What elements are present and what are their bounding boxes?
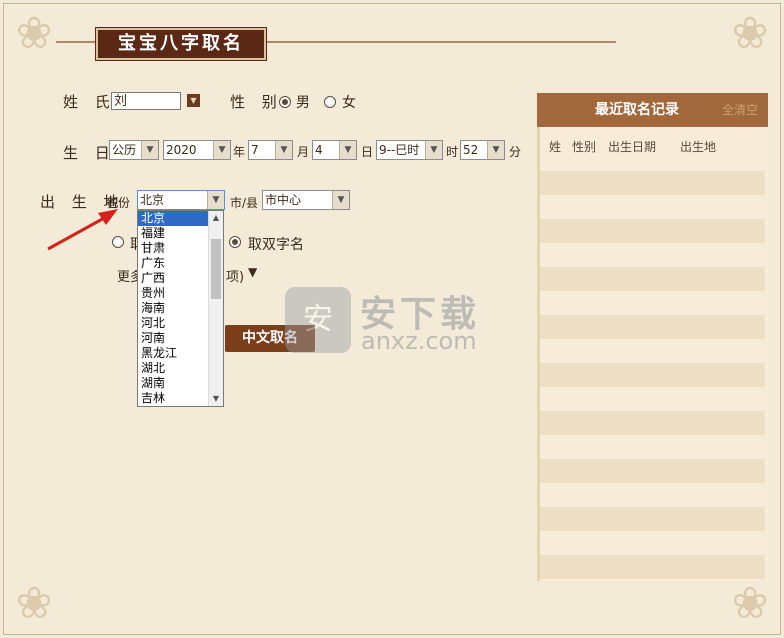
single-name-radio[interactable]: [112, 236, 124, 248]
record-row-stripe: [540, 411, 765, 435]
chevron-down-icon: ▼: [339, 141, 356, 159]
day-value: 4: [315, 143, 323, 157]
chevron-down-icon: ▼: [213, 141, 230, 159]
hour-value: 9--巳时: [379, 143, 420, 157]
month-select[interactable]: 7 ▼: [248, 140, 293, 160]
record-row-stripe: [540, 459, 765, 483]
scroll-up-icon[interactable]: ▲: [209, 211, 223, 225]
birthday-label: 生 日: [63, 144, 116, 162]
corner-ornament-icon: ❀: [15, 578, 53, 629]
minute-unit: 分: [509, 145, 522, 159]
surname-dropdown-button[interactable]: ▼: [187, 94, 200, 107]
province-dropdown-list[interactable]: 北京 福建 甘肃 广东 广西 贵州 海南 河北 河南 黑龙江 湖北 湖南 吉林 ▲ ▼: [137, 210, 224, 407]
chevron-down-icon: ▼: [425, 141, 442, 159]
year-select[interactable]: 2020 ▼: [163, 140, 231, 160]
watermark-en: anxz.com: [361, 327, 477, 355]
record-row-stripe: [540, 507, 765, 531]
minute-value: 52: [463, 143, 479, 157]
record-row-stripe: [540, 363, 765, 387]
chevron-down-icon: ▼: [487, 141, 504, 159]
app-title: 宝宝八字取名: [95, 27, 267, 61]
day-select[interactable]: 4 ▼: [312, 140, 357, 160]
chevron-down-icon: ▼: [275, 141, 292, 159]
day-unit: 日: [361, 145, 374, 159]
corner-ornament-icon: ❀: [731, 8, 769, 59]
double-name-radio[interactable]: [229, 236, 241, 248]
calendar-value: 公历: [112, 143, 137, 157]
record-row-stripe: [540, 267, 765, 291]
city-label: 市/县: [230, 196, 259, 210]
pointer-arrow-icon: [47, 209, 118, 251]
month-value: 7: [251, 143, 259, 157]
province-select[interactable]: 北京 ▼: [137, 190, 225, 210]
record-row-stripe: [540, 315, 765, 339]
chevron-down-icon: ▼: [141, 141, 158, 159]
month-unit: 月: [297, 145, 310, 159]
city-value: 市中心: [265, 193, 302, 207]
column-header-surname: 姓: [549, 140, 562, 154]
year-value: 2020: [166, 143, 197, 157]
panel-title: 最近取名记录: [595, 102, 679, 118]
gender-male-label: 男: [296, 95, 310, 111]
calendar-select[interactable]: 公历 ▼: [109, 140, 159, 160]
year-unit: 年: [233, 145, 246, 159]
app-window: ❀ ❀ ❀ ❀ 宝宝八字取名 姓 氏 刘 ▼ 性 别 男 女 生 日 公历 ▼ 2…: [0, 0, 784, 638]
double-name-label: 取双字名: [248, 237, 304, 253]
gender-label: 性 别: [230, 93, 283, 111]
record-row-stripe: [540, 555, 765, 579]
column-header-birthplace: 出生地: [680, 140, 717, 154]
gender-female-radio[interactable]: [324, 96, 336, 108]
city-select[interactable]: 市中心 ▼: [262, 190, 350, 210]
chevron-down-icon[interactable]: ▼: [248, 265, 257, 279]
column-header-birthdate: 出生日期: [608, 140, 657, 154]
hour-unit: 时: [446, 145, 459, 159]
more-options-tail[interactable]: 项): [226, 266, 244, 285]
list-scrollbar[interactable]: ▲ ▼: [208, 211, 223, 406]
shield-icon: 安: [285, 287, 351, 353]
province-value: 北京: [140, 193, 165, 207]
record-row-stripe: [540, 171, 765, 195]
recent-records-panel: 最近取名记录 全清空 姓 性别 出生日期 出生地: [537, 93, 768, 581]
corner-ornament-icon: ❀: [731, 578, 769, 629]
column-header-gender: 性别: [572, 140, 597, 154]
hour-select[interactable]: 9--巳时 ▼: [376, 140, 443, 160]
scrollbar-thumb[interactable]: [211, 239, 221, 299]
gender-female-label: 女: [342, 95, 356, 111]
watermark: 安 安下载 anxz.com: [285, 285, 500, 355]
surname-label: 姓 氏: [63, 93, 116, 111]
scroll-down-icon[interactable]: ▼: [209, 392, 223, 406]
gender-male-radio[interactable]: [279, 96, 291, 108]
clear-all-button[interactable]: 全清空: [722, 93, 758, 127]
chevron-down-icon: ▼: [207, 191, 224, 209]
record-row-stripe: [540, 219, 765, 243]
chevron-down-icon: ▼: [332, 191, 349, 209]
panel-header: 最近取名记录 全清空: [537, 93, 768, 127]
minute-select[interactable]: 52 ▼: [460, 140, 505, 160]
corner-ornament-icon: ❀: [15, 8, 53, 59]
surname-input[interactable]: 刘: [111, 92, 181, 110]
